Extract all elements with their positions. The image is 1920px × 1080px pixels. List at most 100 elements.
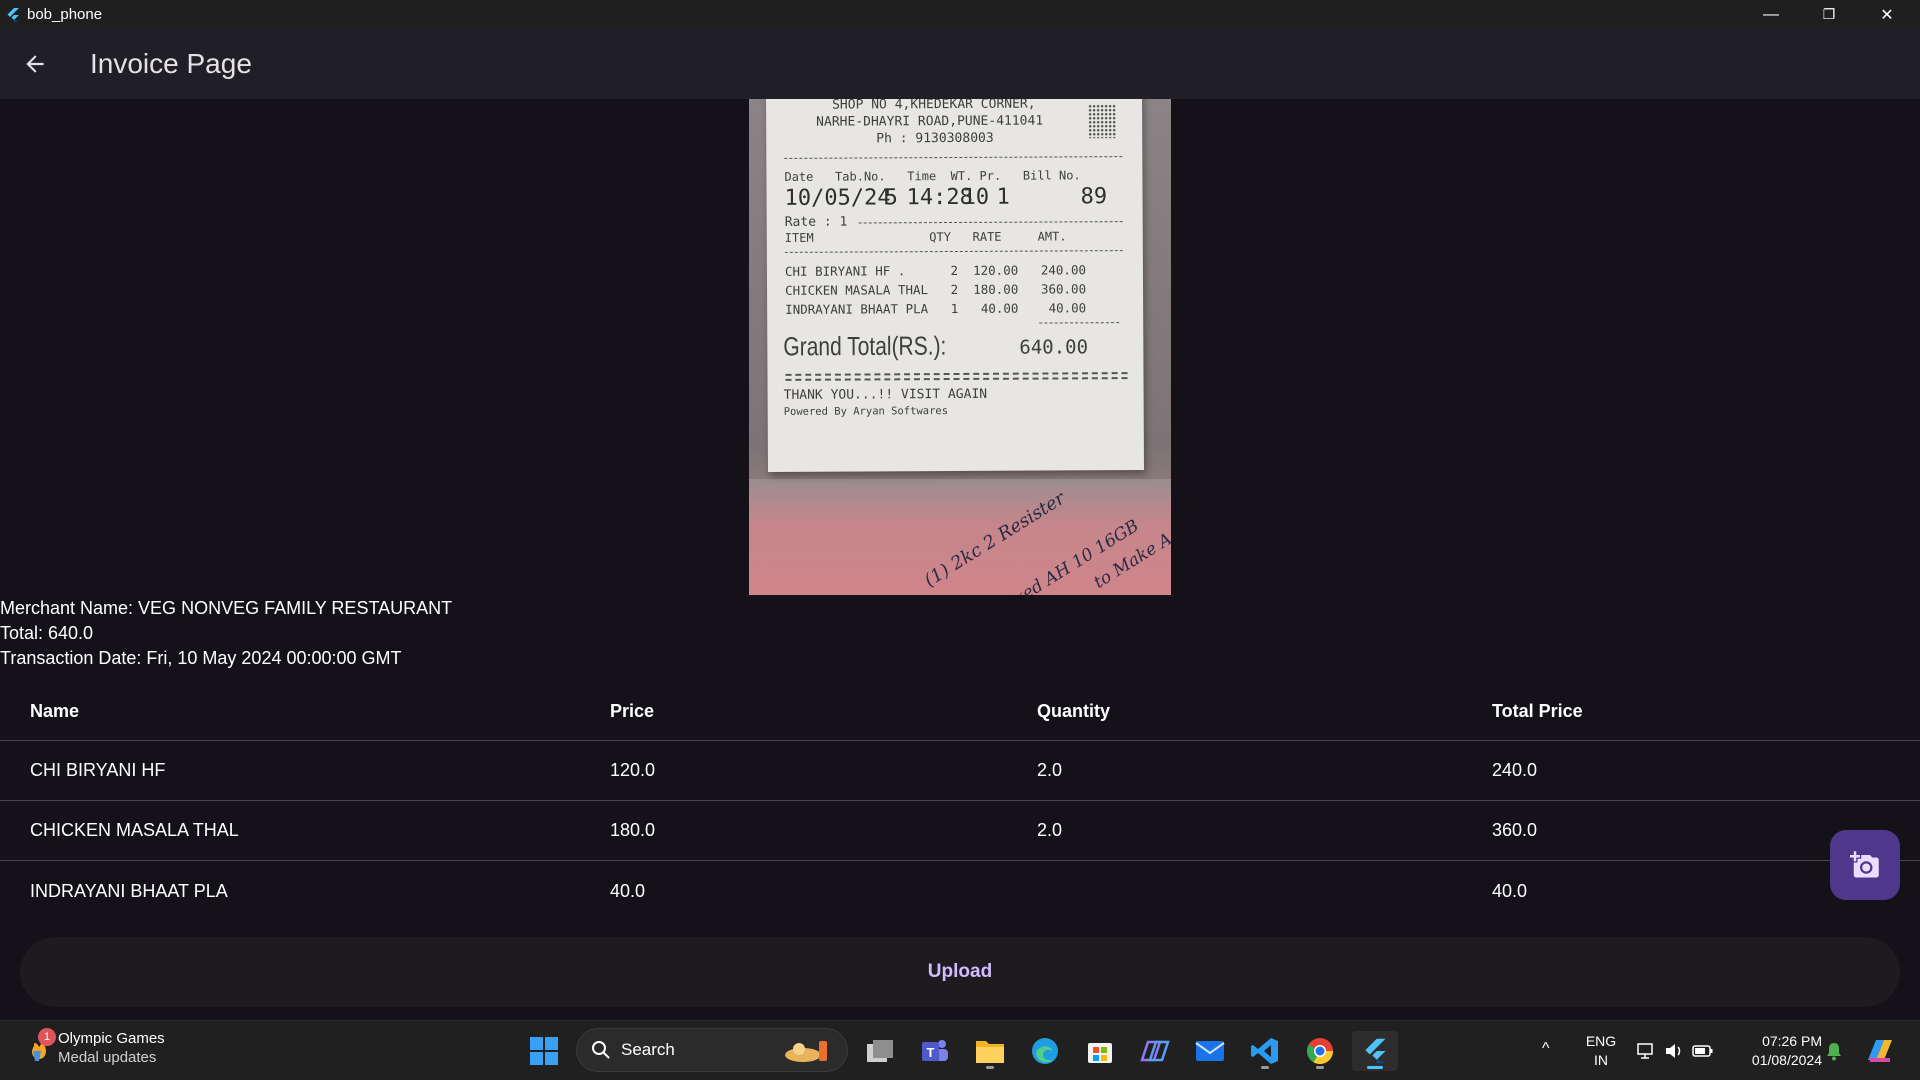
battery-icon (1692, 1045, 1713, 1057)
copilot-preview-icon (1868, 1040, 1892, 1062)
language-bottom: IN (1594, 1052, 1608, 1068)
language-indicator[interactable]: ENG IN (1583, 1032, 1619, 1070)
store-button[interactable] (1080, 1031, 1120, 1071)
notification-badge: 1 (38, 1028, 56, 1046)
table-row: CHICKEN MASALA THAL 180.0 2.0 360.0 (0, 801, 1920, 861)
receipt-divider (1039, 322, 1120, 324)
cell-total-price: 40.0 (1492, 880, 1528, 901)
running-indicator (986, 1066, 994, 1069)
copilot-preview-button[interactable] (1860, 1031, 1900, 1071)
receipt-line: Powered By Aryan Softwares (783, 405, 949, 418)
clock-time: 07:26 PM (1762, 1033, 1822, 1049)
file-explorer-button[interactable] (970, 1031, 1010, 1071)
edge-icon (1032, 1038, 1058, 1064)
copilot-icon (1140, 1040, 1170, 1062)
receipt-paper: SHOP NO 4,KHEDEKAR CORNER, NARHE-DHAYRI … (766, 99, 1144, 472)
close-window-button[interactable]: ✕ (1858, 0, 1916, 29)
receipt-image: SHOP NO 4,KHEDEKAR CORNER, NARHE-DHAYRI … (749, 99, 1171, 595)
show-hidden-icons-button[interactable]: ^ (1542, 1039, 1550, 1058)
widget-subtitle: Medal updates (58, 1049, 157, 1066)
store-icon (1088, 1043, 1112, 1063)
receipt-line: 640.00 (1019, 336, 1089, 359)
invoice-total: Total: 640.0 (0, 623, 94, 643)
column-header-quantity: Quantity (1037, 700, 1111, 721)
search-icon (592, 1041, 610, 1059)
receipt-divider (785, 372, 1128, 376)
taskbar-search[interactable]: Search (576, 1028, 848, 1072)
search-label: Search (621, 1040, 675, 1059)
cell-quantity: 2.0 (1037, 760, 1063, 780)
cell-price: 180.0 (610, 820, 656, 840)
flutter-icon (1365, 1038, 1386, 1064)
table-row: INDRAYANI BHAAT PLA 40.0 40.0 (0, 861, 1920, 921)
edge-button[interactable] (1025, 1031, 1065, 1071)
copilot-button[interactable] (1135, 1031, 1175, 1071)
file-explorer-icon (976, 1041, 1004, 1063)
active-indicator (1367, 1066, 1383, 1069)
column-header-name: Name (30, 700, 80, 721)
minimize-icon: — (1763, 5, 1779, 23)
start-button[interactable] (524, 1031, 564, 1071)
vscode-icon (1251, 1038, 1278, 1064)
running-indicator (1316, 1066, 1324, 1069)
chrome-icon (1306, 1038, 1334, 1065)
receipt-line: INDRAYANI BHAAT PLA 1 40.00 40.00 (785, 300, 1087, 317)
clock[interactable]: 07:26 PM 01/08/2024 (1732, 1032, 1822, 1070)
receipt-line: 89 (1080, 184, 1108, 210)
upload-button[interactable]: Upload (20, 937, 1900, 1007)
table-row: CHI BIRYANI HF 120.0 2.0 240.0 (0, 741, 1920, 801)
cell-price: 40.0 (610, 880, 646, 901)
mail-button[interactable] (1190, 1031, 1230, 1071)
close-icon: ✕ (1880, 6, 1894, 24)
cell-price: 120.0 (610, 760, 656, 780)
window-title: bob_phone (27, 6, 103, 23)
system-status-group[interactable] (1630, 1033, 1720, 1069)
receipt-line: 1 (996, 184, 1010, 210)
receipt-line: CHICKEN MASALA THAL 2 180.00 360.00 (785, 281, 1087, 298)
add-photo-camera-icon (1850, 851, 1879, 878)
volume-icon (1666, 1044, 1681, 1058)
receipt-line: 5 (884, 185, 898, 211)
running-indicator (1261, 1066, 1269, 1069)
receipt-line: Ph : 9130308003 (876, 130, 994, 147)
back-button[interactable] (0, 29, 70, 99)
cell-total-price: 360.0 (1492, 820, 1538, 840)
receipt-line: CHI BIRYANI HF . 2 120.00 240.00 (784, 262, 1087, 279)
minimize-button[interactable]: — (1742, 0, 1800, 29)
receipt-divider (858, 221, 1123, 224)
receipt-barcode-dots (1088, 104, 1117, 139)
receipt-divider (784, 156, 1123, 159)
page-title: Invoice Page (90, 48, 252, 79)
vscode-button[interactable] (1245, 1031, 1285, 1071)
app-bar: Invoice Page (0, 29, 1920, 99)
add-photo-button[interactable] (1830, 830, 1900, 900)
teams-icon: T (922, 1040, 948, 1061)
clock-date: 01/08/2024 (1751, 1052, 1822, 1068)
cell-total-price: 240.0 (1492, 760, 1538, 780)
teams-button[interactable]: T (915, 1031, 955, 1071)
column-header-total-price: Total Price (1492, 700, 1583, 721)
flutter-app-button[interactable] (1352, 1031, 1398, 1071)
cell-name: INDRAYANI BHAAT PLA (30, 880, 228, 901)
receipt-divider (785, 377, 1128, 381)
cell-name: CHICKEN MASALA THAL (30, 820, 239, 840)
arrow-back-icon (26, 55, 44, 73)
receipt-line: ITEM QTY RATE AMT. (784, 229, 1067, 245)
chrome-button[interactable] (1300, 1031, 1340, 1071)
task-view-button[interactable] (860, 1031, 900, 1071)
receipt-line: NARHE-DHAYRI ROAD,PUNE-411041 (816, 113, 1044, 130)
receipt-line: Grand Total(RS.): (783, 332, 947, 362)
receipt-line: Date Tab.No. Time WT. Pr. Bill No. (784, 168, 1081, 184)
notifications-button[interactable] (1816, 1031, 1852, 1071)
language-top: ENG (1585, 1033, 1617, 1049)
receipt-line: 10 (962, 184, 990, 210)
receipt-line: THANK YOU...!! VISIT AGAIN (783, 386, 988, 403)
mail-icon (1195, 1041, 1225, 1061)
window-titlebar: bob_phone — ❐ ✕ (0, 0, 1920, 29)
items-table: Name Price Quantity Total Price CHI BIRY… (0, 682, 1920, 921)
restore-button[interactable]: ❐ (1800, 0, 1858, 29)
search-highlight-icon (785, 1041, 827, 1062)
cell-quantity: 2.0 (1037, 820, 1063, 840)
cell-name: CHI BIRYANI HF (30, 760, 166, 780)
receipt-line: Rate : 1 (784, 214, 848, 230)
